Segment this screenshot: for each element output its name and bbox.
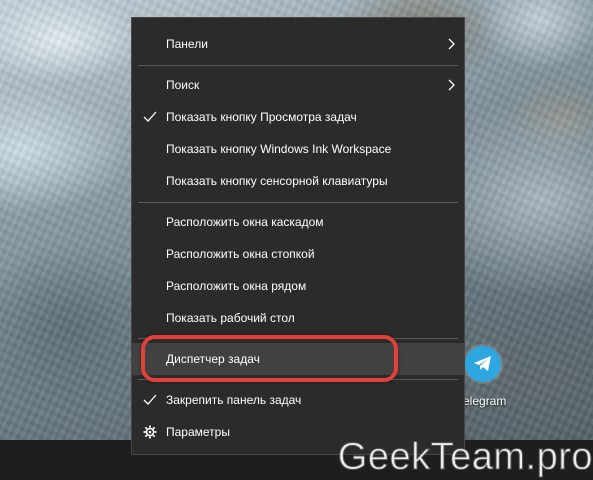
- telegram-icon: [465, 346, 501, 382]
- check-icon: [143, 111, 157, 122]
- menu-item-label: Поиск: [166, 78, 200, 92]
- menu-item-label: Показать кнопку Windows Ink Workspace: [166, 142, 392, 156]
- chevron-right-icon: [448, 79, 455, 91]
- menu-item-label: Показать кнопку сенсорной клавиатуры: [166, 174, 388, 188]
- menu-item-label: Показать рабочий стол: [166, 311, 295, 325]
- menu-item-search[interactable]: Поиск: [132, 69, 464, 101]
- menu-item-toolbars[interactable]: Панели: [132, 28, 464, 60]
- menu-item-side-by-side-windows[interactable]: Расположить окна рядом: [132, 270, 464, 302]
- desktop-shortcut-telegram[interactable]: Telegram: [457, 342, 537, 412]
- menu-item-label: Параметры: [166, 425, 230, 439]
- check-icon: [143, 394, 157, 405]
- menu-item-label: Показать кнопку Просмотра задач: [166, 110, 357, 124]
- chevron-right-icon: [448, 38, 455, 50]
- menu-item-lock-taskbar[interactable]: Закрепить панель задач: [132, 384, 464, 416]
- menu-item-show-task-view-button[interactable]: Показать кнопку Просмотра задач: [132, 101, 464, 133]
- menu-item-show-ink-workspace-button[interactable]: Показать кнопку Windows Ink Workspace: [132, 133, 464, 165]
- gear-icon: [143, 425, 157, 439]
- menu-separator: [138, 65, 458, 66]
- task-manager-highlight-annotation: [141, 335, 398, 382]
- menu-item-label: Расположить окна стопкой: [166, 247, 315, 261]
- menu-item-label: Расположить окна каскадом: [166, 215, 324, 229]
- menu-item-show-desktop[interactable]: Показать рабочий стол: [132, 302, 464, 334]
- menu-item-stack-windows[interactable]: Расположить окна стопкой: [132, 238, 464, 270]
- menu-item-label: Закрепить панель задач: [166, 393, 302, 407]
- taskbar-context-menu: Панели Поиск Показать кнопку Просмотра з…: [131, 17, 465, 455]
- menu-separator: [138, 202, 458, 203]
- menu-item-label: Панели: [166, 37, 208, 51]
- watermark-logo: GeekTeam.pro: [337, 436, 593, 479]
- menu-item-cascade-windows[interactable]: Расположить окна каскадом: [132, 206, 464, 238]
- menu-item-label: Расположить окна рядом: [166, 279, 307, 293]
- menu-item-show-touch-keyboard-button[interactable]: Показать кнопку сенсорной клавиатуры: [132, 165, 464, 197]
